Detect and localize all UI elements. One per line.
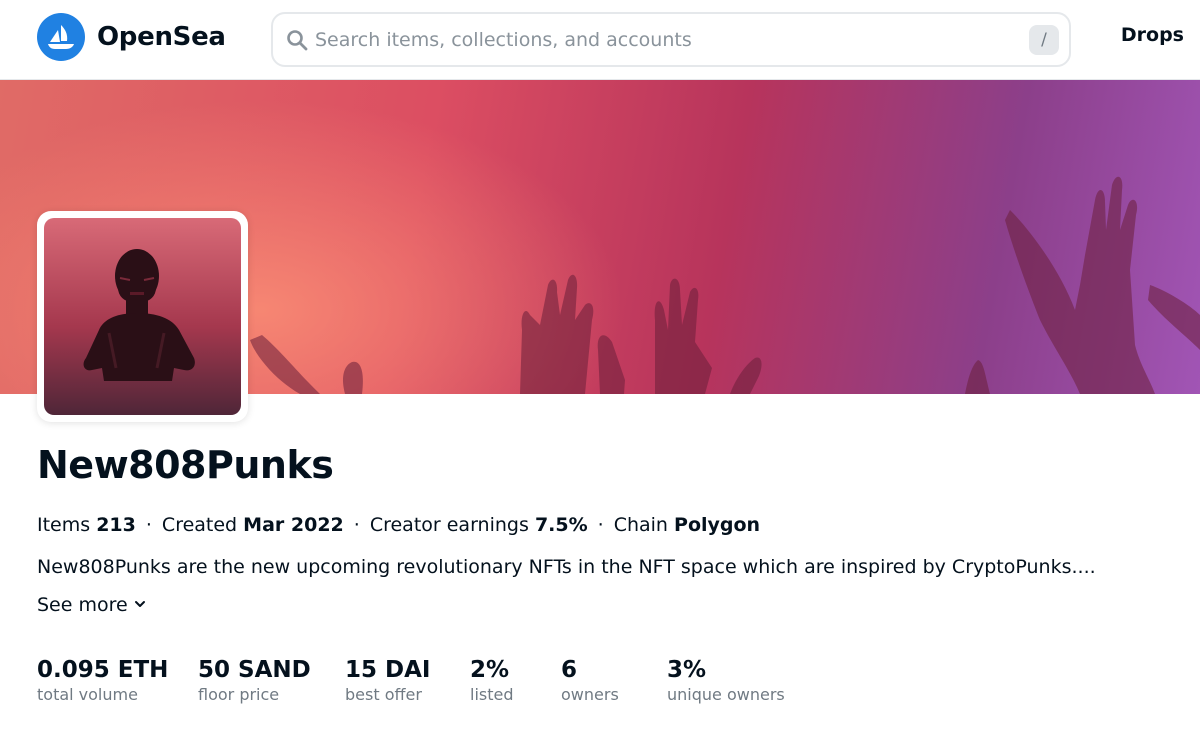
stat-value: 15 DAI [345,657,431,683]
stat-owners: 6 owners [561,656,667,705]
chain-value: Polygon [674,514,761,536]
stat-total-volume: 0.095 ETH total volume [37,656,198,705]
see-more-button[interactable]: See more [37,593,147,617]
collection-title: New808Punks [37,443,334,487]
items-value: 213 [96,514,136,536]
items-label: Items [37,514,91,536]
meta-separator: · [353,514,360,536]
collection-avatar [37,211,248,422]
search-shortcut-key: / [1029,24,1059,55]
stat-label: best offer [345,685,422,704]
stat-value: 6 [561,657,578,683]
stat-label: floor price [198,685,280,704]
meta-separator: · [597,514,604,536]
stat-value: 3% [667,657,707,683]
stat-label: total volume [37,685,138,704]
created-label: Created [161,514,238,536]
brand-name: OpenSea [97,22,226,52]
stat-floor-price: 50 SAND floor price [198,656,345,705]
chain-label: Chain [613,514,668,536]
stat-unique-owners: 3% unique owners [667,656,807,705]
stat-value: 2% [470,657,510,683]
stat-value: 50 SAND [198,657,311,683]
search-icon [285,28,309,52]
brand-home-link[interactable]: OpenSea [37,13,226,61]
search-bar[interactable]: / [271,12,1071,67]
search-input[interactable] [315,28,1029,51]
stat-label: unique owners [667,685,785,704]
stat-best-offer: 15 DAI best offer [345,656,470,705]
collection-meta-row: Items 213 · Created Mar 2022 · Creator e… [37,513,760,537]
creator-earnings-value: 7.5% [534,514,588,536]
creator-earnings-label: Creator earnings [369,514,529,536]
meta-separator: · [145,514,152,536]
collection-avatar-image [44,218,241,415]
stat-listed: 2% listed [470,656,561,705]
stat-label: owners [561,685,619,704]
stat-label: listed [470,685,514,704]
created-value: Mar 2022 [243,514,344,536]
stat-value: 0.095 ETH [37,657,169,683]
see-more-label: See more [37,594,128,616]
collection-description: New808Punks are the new upcoming revolut… [37,556,1096,578]
top-navbar: OpenSea / Drops [0,0,1200,80]
collection-stats: 0.095 ETH total volume 50 SAND floor pri… [37,656,807,705]
nav-drops-link[interactable]: Drops [1121,24,1184,46]
chevron-down-icon [133,593,147,617]
opensea-logo-icon [37,13,85,61]
